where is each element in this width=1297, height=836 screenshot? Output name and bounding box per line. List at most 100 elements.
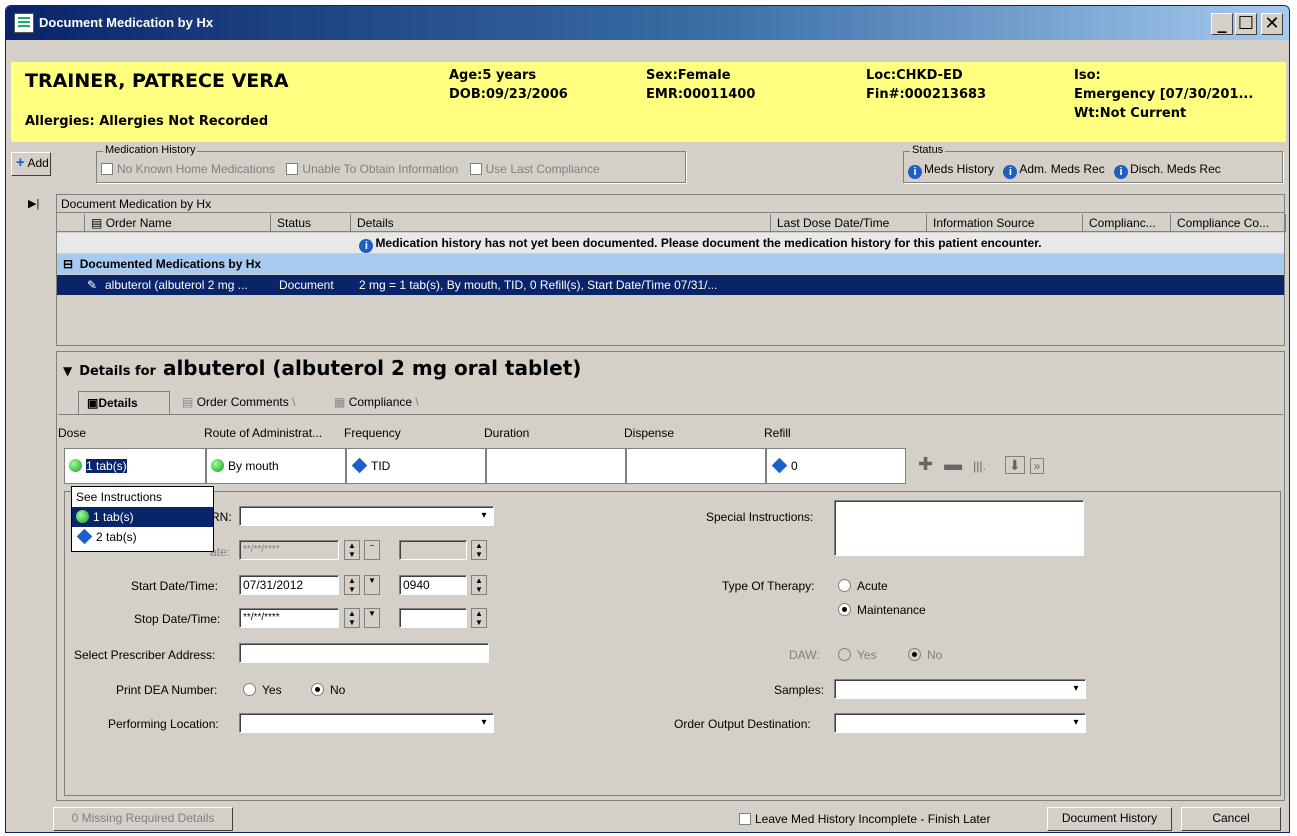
green-dot-icon bbox=[76, 510, 89, 523]
prn-label: RN: bbox=[211, 510, 232, 524]
refill-header: Refill bbox=[764, 426, 791, 440]
disch-meds-rec-status[interactable]: i Disch. Meds Rec bbox=[1114, 162, 1221, 179]
allergies: Allergies: Allergies Not Recorded bbox=[25, 114, 269, 129]
details-icon: ▣ bbox=[87, 396, 99, 410]
adm-meds-rec-status[interactable]: i Adm. Meds Rec bbox=[1003, 162, 1105, 179]
meds-history-status[interactable]: i Meds History bbox=[908, 162, 995, 179]
special-instructions-field[interactable] bbox=[834, 500, 1084, 556]
column-information-source[interactable]: Information Source bbox=[927, 214, 1083, 232]
maximize-button[interactable]: ☐ bbox=[1235, 13, 1257, 35]
blue-diamond-icon bbox=[771, 457, 788, 474]
dropdown-option-1-tab[interactable]: 1 tab(s) bbox=[72, 507, 213, 527]
info-icon: i bbox=[1003, 165, 1018, 179]
column-order-name-label: Order Name bbox=[105, 216, 172, 230]
refill-cell[interactable]: 0 bbox=[766, 448, 906, 484]
performing-location-select[interactable]: ▾ bbox=[239, 713, 494, 733]
daw-no-label: No bbox=[927, 648, 943, 662]
stop-time-field[interactable] bbox=[399, 608, 467, 628]
tab-order-comments-label: Order Comments bbox=[196, 395, 289, 409]
calendar-dropdown-icon[interactable]: ▼ bbox=[364, 575, 380, 595]
requested-start-date[interactable]: **/**/**** bbox=[239, 540, 339, 560]
close-button[interactable]: ✕ bbox=[1261, 13, 1283, 35]
daw-yes-radio[interactable]: Yes bbox=[838, 648, 877, 662]
start-date-field[interactable]: 07/31/2012 bbox=[239, 575, 339, 595]
chevron-down-icon: ▾ bbox=[481, 510, 487, 521]
collapse-arrow-icon[interactable]: ▼ bbox=[63, 364, 72, 378]
samples-select[interactable]: ▾ bbox=[834, 679, 1086, 699]
option-2-label: 2 tab(s) bbox=[96, 530, 137, 544]
column-details[interactable]: Details bbox=[351, 214, 771, 232]
spin-icon[interactable]: ▲ ▼ bbox=[471, 608, 487, 628]
frequency-cell[interactable]: TID bbox=[346, 448, 486, 484]
spin-icon[interactable]: ▲ ▼ bbox=[344, 608, 360, 628]
acute-radio[interactable]: Acute bbox=[838, 579, 888, 593]
status-group: Status i Meds History i Adm. Meds Rec i Dis… bbox=[903, 144, 1283, 183]
add-row-icon[interactable]: ✚ bbox=[918, 454, 933, 474]
column-compliance-comments[interactable]: Compliance Co... bbox=[1171, 214, 1286, 232]
dose-cell[interactable]: 1 tab(s) bbox=[64, 448, 206, 484]
tab-order-comments[interactable]: ▤ Order Comments \ bbox=[174, 391, 319, 415]
unable-to-obtain-checkbox[interactable]: Unable To Obtain Information bbox=[286, 162, 458, 176]
tab-compliance[interactable]: ▦ Compliance \ bbox=[326, 391, 456, 415]
delete-row-icon[interactable]: ▬ bbox=[944, 454, 962, 474]
start-time-field[interactable]: 0940 bbox=[399, 575, 467, 595]
dropdown-option-see-instructions[interactable]: See Instructions bbox=[72, 487, 213, 507]
download-icon[interactable]: ⬇ bbox=[1004, 456, 1025, 474]
spin-icon[interactable]: ▲ ▼ bbox=[471, 575, 487, 595]
table-row[interactable]: ✎ albuterol (albuterol 2 mg ... Document… bbox=[57, 275, 1284, 295]
no-known-home-meds-checkbox[interactable]: No Known Home Medications bbox=[101, 162, 275, 176]
spin-icon[interactable]: ▲ ▼ bbox=[344, 575, 360, 595]
dose-value: 1 tab(s) bbox=[86, 459, 127, 473]
medication-grid: Document Medication by Hx ▤ Order Name S… bbox=[56, 194, 1286, 346]
sex: Sex:Female bbox=[646, 68, 731, 83]
chart-icon[interactable]: |||. bbox=[973, 459, 986, 473]
spin-icon[interactable]: ▲ ▼ bbox=[471, 540, 487, 560]
start-date-label: Start Date/Time: bbox=[131, 579, 218, 593]
duration-header: Duration bbox=[484, 426, 530, 440]
use-last-compliance-checkbox[interactable]: Use Last Compliance bbox=[469, 162, 600, 176]
dea-no-radio[interactable]: No bbox=[311, 683, 345, 697]
tab-details[interactable]: ▣Details bbox=[78, 391, 170, 415]
window-title: Document Medication by Hx bbox=[39, 15, 214, 30]
prn-select[interactable]: ▾ bbox=[239, 506, 494, 526]
output-destination-select[interactable]: ▾ bbox=[834, 713, 1086, 733]
medication-icon: ✎ bbox=[87, 278, 98, 292]
expand-icon[interactable]: » bbox=[1029, 458, 1045, 474]
minimize-button[interactable]: _ bbox=[1211, 13, 1233, 35]
header-spacer bbox=[57, 214, 85, 232]
green-dot-icon bbox=[69, 459, 82, 472]
requested-start-time[interactable] bbox=[399, 540, 467, 560]
prescriber-address-label: Select Prescriber Address: bbox=[74, 648, 216, 662]
dea-yes-radio[interactable]: Yes bbox=[243, 683, 282, 697]
therapy-type-label: Type Of Therapy: bbox=[722, 579, 815, 593]
add-button[interactable]: + Add bbox=[11, 152, 51, 176]
route-cell[interactable]: By mouth bbox=[206, 448, 346, 484]
special-instructions-label: Special Instructions: bbox=[706, 510, 814, 524]
spin-icon[interactable]: ▲ ▼ bbox=[344, 540, 360, 560]
meds-history-label: Meds History bbox=[924, 162, 995, 176]
green-dot-icon bbox=[211, 459, 224, 472]
stop-date-field[interactable]: **/**/**** bbox=[239, 608, 339, 628]
dropdown-option-2-tab[interactable]: 2 tab(s) bbox=[72, 527, 213, 547]
section-title: Documented Medications by Hx bbox=[79, 257, 262, 271]
collapse-icon[interactable]: ⊟ bbox=[63, 257, 73, 271]
details-prefix: Details for bbox=[79, 364, 156, 379]
weight: Wt:Not Current bbox=[1074, 106, 1187, 121]
dispense-cell[interactable] bbox=[626, 448, 766, 484]
missing-required-details-button[interactable]: 0 Missing Required Details bbox=[53, 807, 233, 831]
duration-cell[interactable] bbox=[486, 448, 626, 484]
column-order-name[interactable]: ▤ Order Name bbox=[85, 214, 271, 232]
minus-icon[interactable]: − bbox=[364, 540, 380, 560]
chevron-down-icon: ▾ bbox=[1073, 717, 1079, 728]
maintenance-radio[interactable]: Maintenance bbox=[838, 603, 926, 617]
documented-section-header[interactable]: ⊟ Documented Medications by Hx bbox=[57, 254, 1284, 274]
column-last-dose[interactable]: Last Dose Date/Time bbox=[771, 214, 927, 232]
column-compliance[interactable]: Complianc... bbox=[1083, 214, 1171, 232]
document-history-button[interactable]: Document History bbox=[1047, 807, 1172, 831]
leave-incomplete-checkbox[interactable]: Leave Med History Incomplete - Finish La… bbox=[739, 812, 990, 826]
cancel-button[interactable]: Cancel bbox=[1181, 807, 1281, 831]
daw-no-radio[interactable]: No bbox=[908, 648, 942, 662]
prescriber-address-field[interactable] bbox=[239, 643, 489, 663]
calendar-dropdown-icon[interactable]: ▼ bbox=[364, 608, 380, 628]
column-status[interactable]: Status bbox=[271, 214, 351, 232]
